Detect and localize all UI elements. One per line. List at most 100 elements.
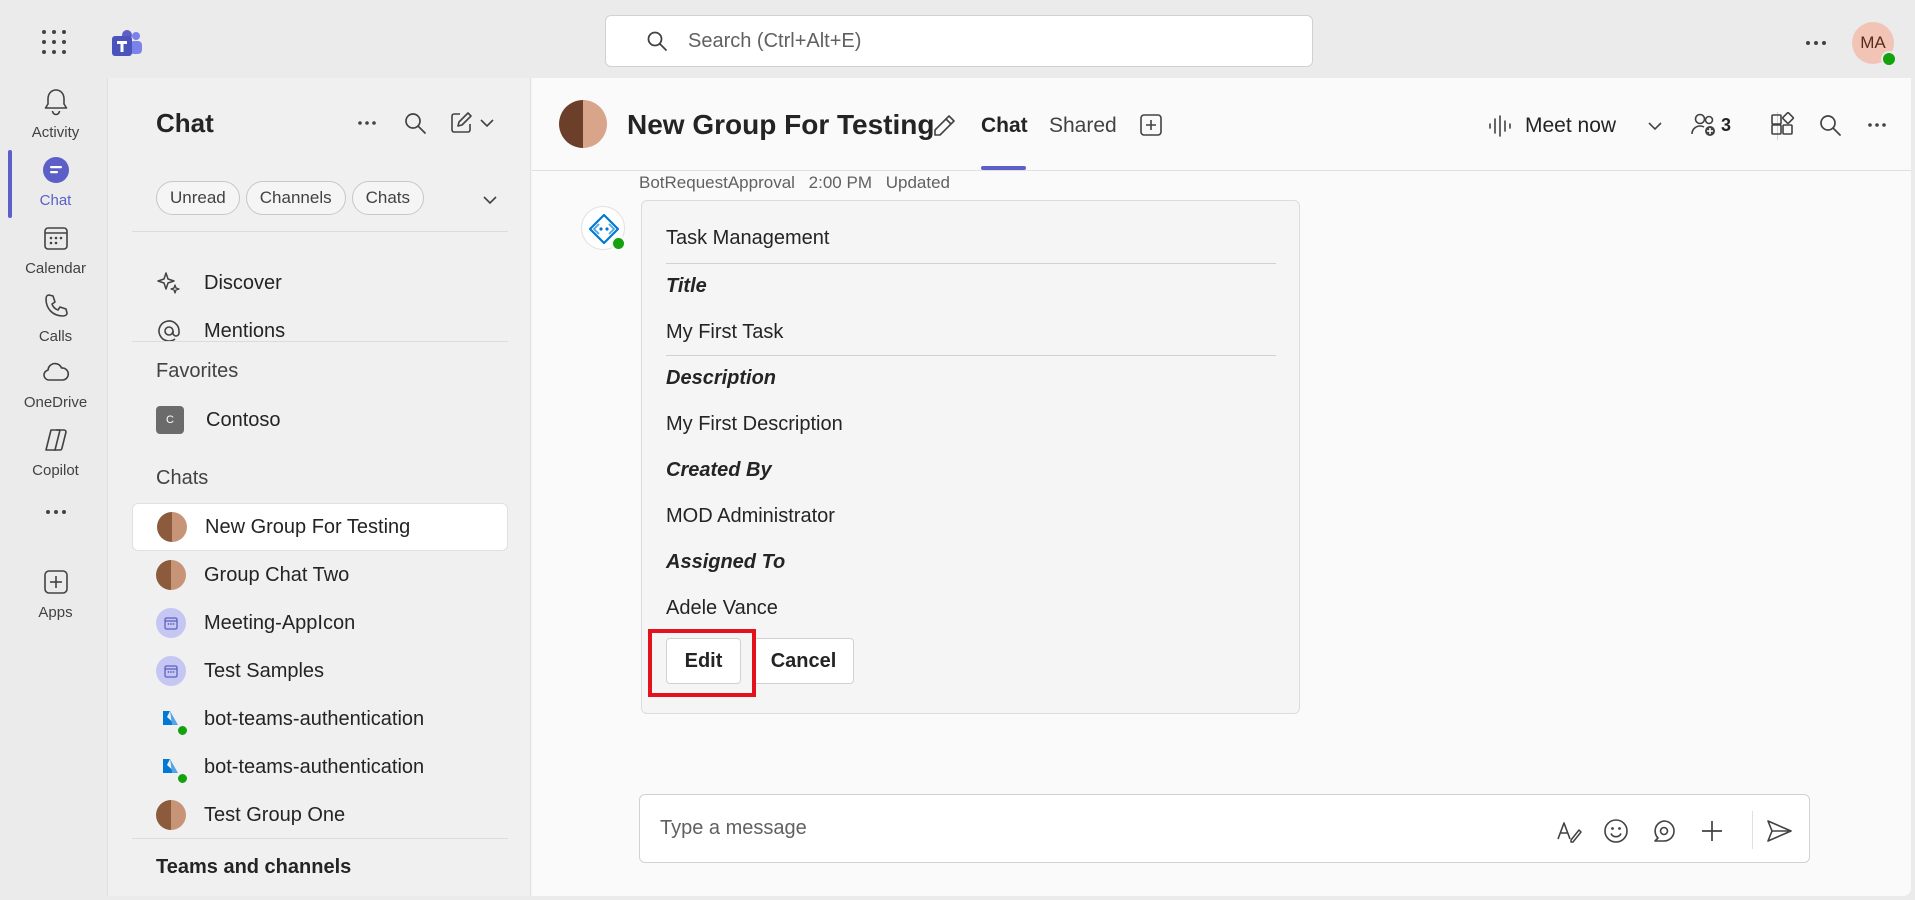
meet-now-button[interactable]: Meet now (1487, 106, 1664, 146)
message-status: Updated (885, 173, 950, 192)
search-icon[interactable] (402, 110, 428, 136)
calendar-icon (164, 617, 178, 630)
field-value-description: My First Description (666, 413, 843, 435)
chat-item-bot-teams-authentication-2[interactable]: bot-teams-authentication (132, 743, 508, 791)
chat-item-test-samples[interactable]: Test Samples (132, 647, 508, 695)
compose-box[interactable]: Type a message (639, 794, 1810, 863)
chat-list-pane: Chat Unread Channels Chats Discover Ment… (107, 78, 531, 896)
more-options-icon[interactable] (1864, 112, 1890, 138)
chat-item-label: Test Samples (204, 659, 325, 682)
rail-label: Calendar (25, 260, 86, 277)
app-launcher-icon[interactable] (40, 28, 68, 56)
chevron-down-icon[interactable] (478, 110, 496, 136)
nav-label: Discover (204, 271, 282, 294)
message-input[interactable]: Type a message (660, 817, 807, 840)
teams-window: Search (Ctrl+Alt+E) MA Activity Chat Cal… (4, 4, 1911, 896)
divider (1752, 811, 1753, 849)
card-divider (666, 263, 1276, 264)
conversation-header: New Group For Testing Chat Shared Meet n… (532, 78, 1911, 171)
card-heading: Task Management (666, 227, 830, 249)
rail-label: Calls (38, 328, 73, 345)
loop-component-icon[interactable] (1650, 817, 1678, 845)
teams-logo-icon (112, 30, 142, 56)
send-icon[interactable] (1765, 817, 1793, 845)
conversation-title: New Group For Testing (627, 109, 935, 140)
card-divider (666, 355, 1276, 356)
filter-channels[interactable]: Channels (245, 181, 346, 215)
edit-button-highlight (648, 629, 756, 697)
search-icon (647, 31, 667, 51)
chat-item-label: Test Group One (204, 803, 346, 826)
pencil-icon[interactable] (930, 112, 958, 140)
add-tab-icon[interactable] (1138, 112, 1164, 138)
tab-shared[interactable]: Shared (1049, 114, 1117, 138)
divider (132, 341, 508, 342)
presence-available-icon (1881, 51, 1897, 67)
field-value-created-by: MOD Administrator (666, 505, 835, 527)
group-avatar[interactable] (559, 100, 607, 148)
rail-more-apps[interactable] (4, 488, 107, 534)
favorites-section-label: Favorites (156, 360, 239, 382)
more-options-icon[interactable] (1801, 28, 1831, 58)
chevron-down-icon[interactable] (480, 190, 500, 210)
more-options-icon[interactable] (354, 110, 380, 136)
rail-item-activity[interactable]: Activity (4, 78, 107, 154)
chevron-down-icon[interactable] (1646, 117, 1664, 135)
active-tab-indicator (981, 166, 1026, 170)
rail-label: Chat (39, 192, 72, 209)
format-icon[interactable] (1554, 817, 1582, 845)
presence-available-icon (611, 236, 626, 251)
chat-item-label: bot-teams-authentication (204, 707, 425, 730)
group-avatar (156, 560, 186, 590)
chats-section-label: Chats (156, 467, 209, 489)
field-value-title: My First Task (666, 321, 784, 343)
bot-avatar (156, 752, 188, 784)
rail-item-apps[interactable]: Apps (4, 558, 107, 634)
filter-chats[interactable]: Chats (351, 181, 425, 215)
chat-item-group-chat-two[interactable]: Group Chat Two (132, 551, 508, 599)
bell-icon (44, 89, 67, 116)
rail-label: OneDrive (23, 394, 88, 411)
nav-discover[interactable]: Discover (156, 263, 282, 303)
search-box[interactable]: Search (Ctrl+Alt+E) (605, 15, 1313, 67)
rail-item-onedrive[interactable]: OneDrive (4, 348, 107, 424)
field-label-created-by: Created By (666, 459, 772, 481)
filter-unread[interactable]: Unread (156, 181, 240, 215)
plus-icon[interactable] (1698, 817, 1726, 845)
chat-item-label: Meeting-AppIcon (204, 611, 356, 634)
field-value-assigned-to: Adele Vance (666, 597, 778, 619)
calendar-icon (164, 665, 178, 678)
meeting-avatar (156, 608, 186, 638)
user-avatar[interactable]: MA (1852, 22, 1897, 67)
tab-chat[interactable]: Chat (981, 114, 1028, 138)
bot-avatar[interactable] (581, 206, 626, 251)
presence-available-icon (177, 773, 188, 784)
new-chat-icon[interactable] (448, 110, 474, 136)
emoji-icon[interactable] (1602, 817, 1630, 845)
rail-label: Copilot (32, 462, 79, 479)
search-icon[interactable] (1817, 112, 1843, 138)
favorite-item-contoso[interactable]: C Contoso (156, 400, 281, 440)
top-bar: Search (Ctrl+Alt+E) MA (4, 4, 1911, 78)
chat-item-new-group-for-testing[interactable]: New Group For Testing (132, 503, 508, 551)
apps-icon[interactable] (1769, 112, 1795, 138)
rail-item-copilot[interactable]: Copilot (4, 416, 107, 492)
chat-item-label: bot-teams-authentication (204, 755, 425, 778)
participants-count: 3 (1721, 114, 1732, 135)
rail-label: Activity (31, 124, 80, 141)
more-horizontal-icon (45, 510, 66, 514)
chat-item-test-group-one[interactable]: Test Group One (132, 791, 508, 839)
group-avatar (157, 512, 187, 542)
teams-and-channels-section[interactable]: Teams and channels (156, 856, 351, 879)
participants-button[interactable]: 3 (1689, 110, 1731, 140)
cancel-button[interactable]: Cancel (753, 638, 854, 684)
chat-item-meeting-appicon[interactable]: Meeting-AppIcon (132, 599, 508, 647)
chat-item-bot-teams-authentication[interactable]: bot-teams-authentication (132, 695, 508, 743)
pane-title: Chat (156, 108, 214, 138)
rail-item-chat[interactable]: Chat (4, 146, 107, 222)
meeting-avatar (156, 656, 186, 686)
presence-available-icon (177, 725, 188, 736)
nav-mentions[interactable]: Mentions (156, 311, 285, 351)
rail-item-calls[interactable]: Calls (4, 282, 107, 358)
rail-item-calendar[interactable]: Calendar (4, 214, 107, 290)
